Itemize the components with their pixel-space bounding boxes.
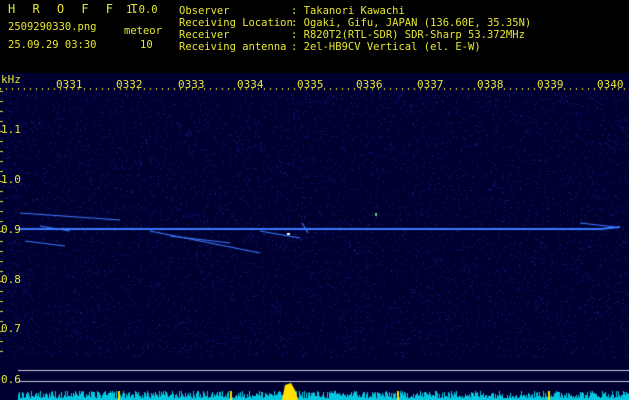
time-label: 0338 xyxy=(477,78,504,91)
frequency-label: 0.6 xyxy=(1,373,21,386)
time-label: 0332 xyxy=(116,78,143,91)
antenna-label: Receiving antenna xyxy=(179,41,287,53)
meteor-count: 10 xyxy=(140,39,153,51)
antenna-value: : 2el-HB9CV Vertical (el. E-W) xyxy=(291,41,481,53)
frequency-label: 1.0 xyxy=(1,173,21,186)
file-name: 2509290330.png xyxy=(8,21,97,33)
time-label: 0331 xyxy=(56,78,83,91)
frequency-label: 0.8 xyxy=(1,273,21,286)
app-title: H R O F F T xyxy=(8,2,143,16)
time-label: 0333 xyxy=(178,78,205,91)
frequency-unit-label: kHz xyxy=(1,73,21,86)
meteor-label: meteor xyxy=(124,25,162,37)
frequency-label: 0.9 xyxy=(1,223,21,236)
time-label: 0337 xyxy=(417,78,444,91)
app-version: 1.0.0 xyxy=(126,4,158,16)
time-label: 0335 xyxy=(297,78,324,91)
time-label: 0334 xyxy=(237,78,264,91)
frequency-label: 0.7 xyxy=(1,322,21,335)
spectrogram-canvas xyxy=(0,73,629,400)
capture-datetime: 25.09.29 03:30 xyxy=(8,39,97,51)
time-label: 0340 xyxy=(597,78,624,91)
time-label: 0336 xyxy=(356,78,383,91)
frequency-label: 1.1 xyxy=(1,123,21,136)
time-label: 0339 xyxy=(537,78,564,91)
